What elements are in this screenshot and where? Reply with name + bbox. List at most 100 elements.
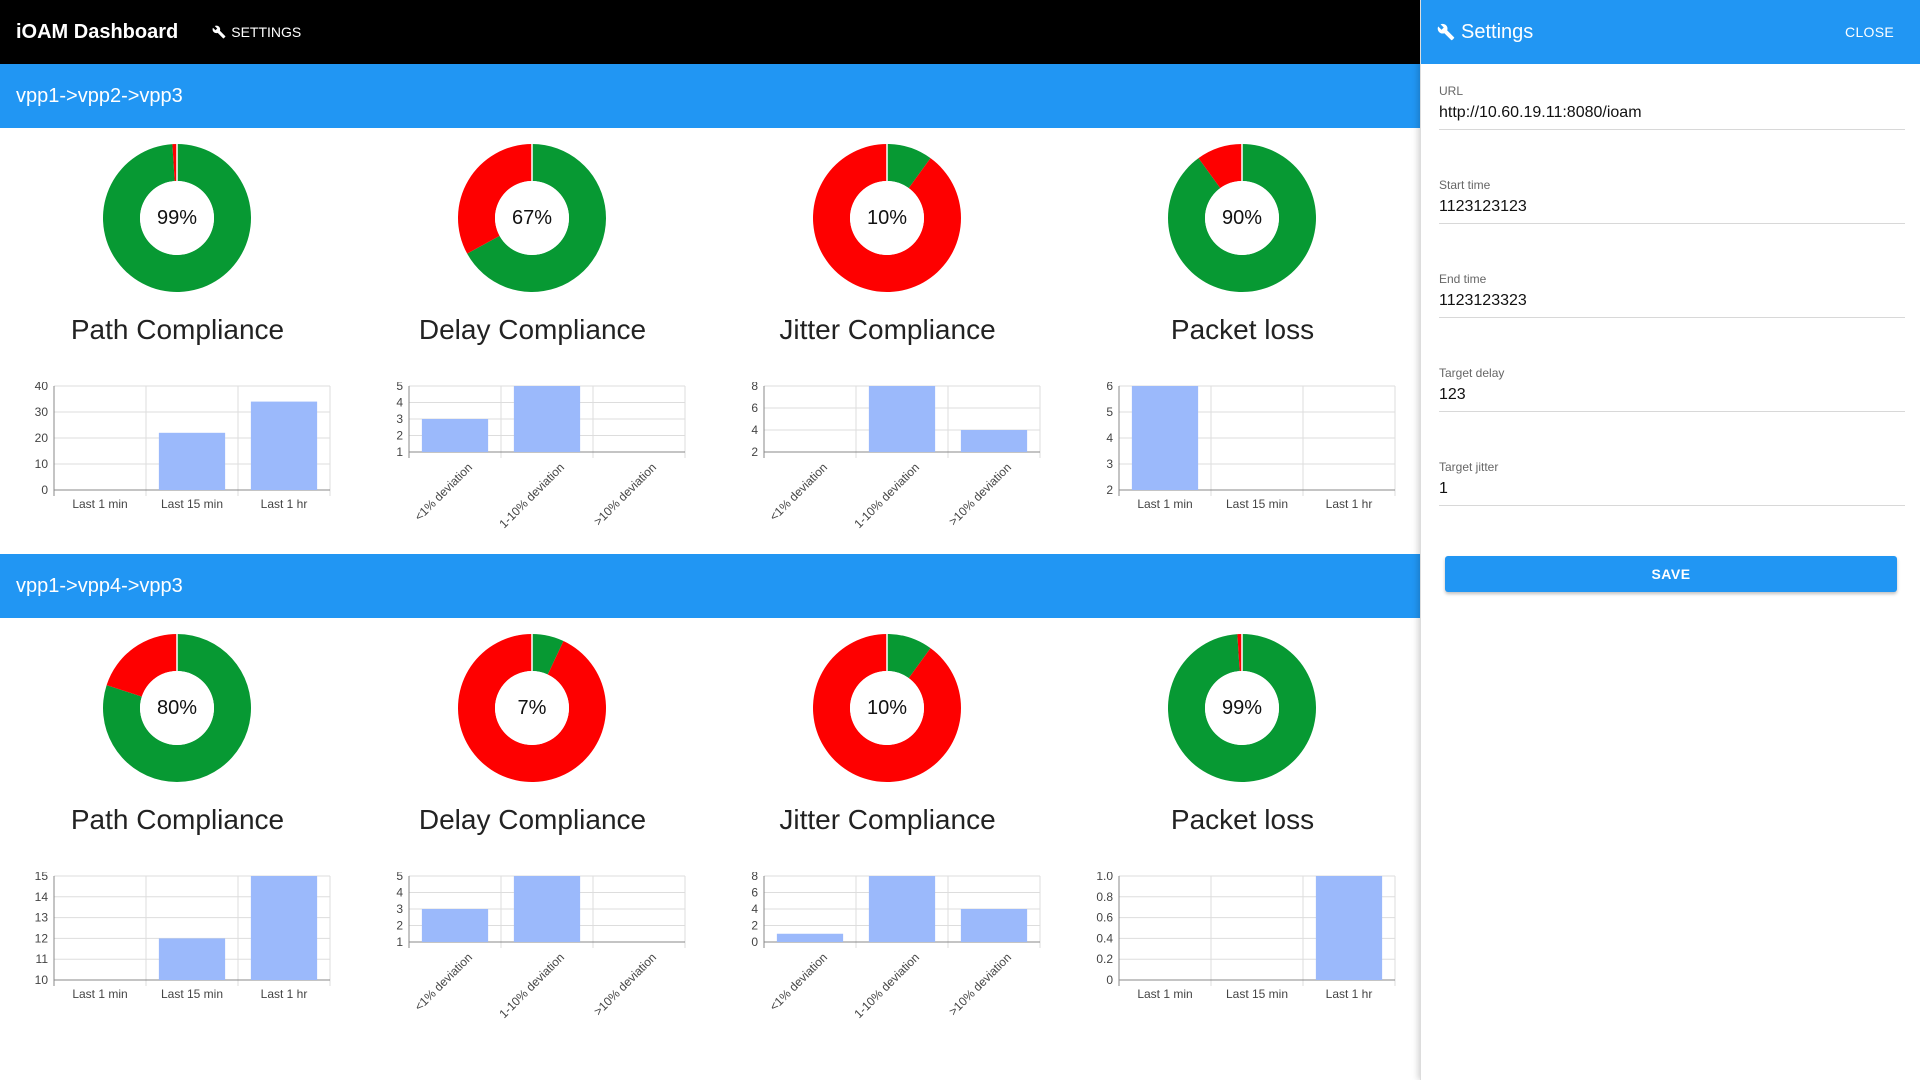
y-tick-label: 2 <box>396 919 403 933</box>
y-tick-label: 4 <box>396 396 403 410</box>
y-tick-label: 0 <box>41 483 48 497</box>
close-button[interactable]: CLOSE <box>1845 24 1894 40</box>
y-tick-label: 30 <box>35 405 49 419</box>
y-tick-label: 3 <box>396 902 403 916</box>
bar <box>1131 386 1199 490</box>
x-tick-label: >10% deviation <box>591 950 659 1018</box>
y-tick-label: 1.0 <box>1096 872 1113 883</box>
metric-card-path-compliance: 99% Path Compliance 0 10 20 30 40 Last 1 min Las… <box>0 128 355 554</box>
settings-button-label: SETTINGS <box>231 24 302 40</box>
bar <box>158 938 226 980</box>
bar-chart: 0 10 20 30 40 Last 1 min Last 15 min Last 1 hr <box>35 382 331 511</box>
x-tick-label: 1-10% deviation <box>851 460 922 531</box>
drawer-header: Settings CLOSE <box>1421 0 1920 64</box>
metric-card-path-compliance: 80% Path Compliance 10 11 12 13 14 15 Last 1 min… <box>0 618 355 1044</box>
url-label: URL <box>1439 84 1464 98</box>
start-time-input[interactable] <box>1439 198 1905 216</box>
y-tick-label: 11 <box>36 952 49 966</box>
y-tick-label: 2 <box>396 429 403 443</box>
donut-percent-label: 7% <box>517 696 547 719</box>
x-tick-label: Last 15 min <box>1226 497 1288 511</box>
start-time-field: Start time <box>1439 178 1905 224</box>
bar <box>513 386 581 452</box>
y-tick-label: 6 <box>751 401 758 415</box>
x-tick-label: <1% deviation <box>767 950 830 1013</box>
x-tick-label: 1-10% deviation <box>851 950 922 1021</box>
path-section-1: vpp1->vpp2->vpp3 99% Path Compliance 0 10 20… <box>0 64 1420 554</box>
x-tick-label: <1% deviation <box>412 460 475 523</box>
target-delay-input[interactable] <box>1439 386 1905 404</box>
y-tick-label: 0 <box>1106 973 1113 987</box>
y-tick-label: 0.4 <box>1096 931 1113 945</box>
donut-percent-label: 10% <box>866 206 908 229</box>
x-tick-label: Last 1 hr <box>261 987 308 1001</box>
donut-percent-label: 99% <box>1221 696 1263 719</box>
app-root: iOAM Dashboard SETTINGS vpp1->vpp2->vpp3… <box>0 0 1920 1080</box>
metric-card-delay-compliance: 67% Delay Compliance 1 2 3 4 5 <1% deviation 1-1… <box>355 128 710 554</box>
metric-card-jitter-compliance: 10% Jitter Compliance 0 2 4 6 8 <1% deviation 1-… <box>710 618 1065 1044</box>
donut-percent-label: 90% <box>1221 206 1263 229</box>
bar <box>868 876 936 942</box>
metric-title: Path Compliance <box>70 314 285 345</box>
y-tick-label: 2 <box>751 445 758 459</box>
x-tick-label: >10% deviation <box>591 460 659 528</box>
y-tick-label: 4 <box>396 886 403 900</box>
end-time-field: End time <box>1439 272 1905 318</box>
bar-chart: 0 0.2 0.4 0.6 0.8 1.0 Last 1 min Last 15 min Las… <box>1096 872 1396 1001</box>
y-tick-label: 12 <box>35 931 49 945</box>
donut-percent-label: 80% <box>156 696 198 719</box>
x-tick-label: >10% deviation <box>946 950 1014 1018</box>
y-tick-label: 5 <box>396 382 403 393</box>
target-delay-label: Target delay <box>1439 366 1505 380</box>
metric-card-jitter-compliance: 10% Jitter Compliance 2 4 6 8 <1% deviation 1-1… <box>710 128 1065 554</box>
bar-chart: 1 2 3 4 5 <1% deviation 1-10% deviation >10% de… <box>396 872 686 1021</box>
bar <box>250 401 318 490</box>
wrench-icon <box>212 25 226 39</box>
url-field: URL <box>1439 84 1905 130</box>
y-tick-label: 3 <box>396 412 403 426</box>
y-tick-label: 4 <box>751 423 758 437</box>
y-tick-label: 2 <box>751 919 758 933</box>
metric-title: Path Compliance <box>70 804 285 835</box>
x-tick-label: Last 1 hr <box>1326 987 1373 1001</box>
y-tick-label: 5 <box>396 872 403 883</box>
bar-chart: 2 3 4 5 6 Last 1 min Last 15 min Last 1 hr <box>1106 382 1396 511</box>
metric-title: Jitter Compliance <box>779 804 996 835</box>
bar <box>1315 876 1383 980</box>
metric-title: Delay Compliance <box>418 314 647 345</box>
top-app-bar: iOAM Dashboard SETTINGS <box>0 0 1420 64</box>
y-tick-label: 3 <box>1106 457 1113 471</box>
dashboard-main: vpp1->vpp2->vpp3 99% Path Compliance 0 10 20… <box>0 64 1420 1080</box>
bar <box>158 432 226 490</box>
section-header: vpp1->vpp4->vpp3 <box>0 554 1420 618</box>
bar-chart: 2 4 6 8 <1% deviation 1-10% deviation >10% dev… <box>751 382 1041 531</box>
y-tick-label: 10 <box>35 457 49 471</box>
y-tick-label: 6 <box>1106 382 1113 393</box>
wrench-icon <box>1437 23 1455 41</box>
x-tick-label: 1-10% deviation <box>496 950 567 1021</box>
x-tick-label: <1% deviation <box>412 950 475 1013</box>
y-tick-label: 4 <box>751 902 758 916</box>
metric-title: Jitter Compliance <box>779 314 996 345</box>
settings-button[interactable]: SETTINGS <box>212 24 301 40</box>
x-tick-label: >10% deviation <box>946 460 1014 528</box>
drawer-title: Settings <box>1461 20 1534 43</box>
x-tick-label: 1-10% deviation <box>496 460 567 531</box>
bar <box>250 876 318 980</box>
app-title: iOAM Dashboard <box>16 20 179 43</box>
save-button[interactable]: SAVE <box>1445 556 1897 592</box>
end-time-input[interactable] <box>1439 292 1905 310</box>
y-tick-label: 8 <box>751 382 758 393</box>
donut-percent-label: 99% <box>156 206 198 229</box>
y-tick-label: 0.2 <box>1096 952 1113 966</box>
x-tick-label: Last 1 min <box>1137 987 1192 1001</box>
bar <box>513 876 581 942</box>
metric-title: Packet loss <box>1170 804 1315 835</box>
y-tick-label: 4 <box>1106 431 1113 445</box>
bar <box>421 909 489 942</box>
metric-title: Delay Compliance <box>418 804 647 835</box>
url-input[interactable] <box>1439 104 1905 122</box>
x-tick-label: Last 15 min <box>161 987 223 1001</box>
bar <box>776 933 844 942</box>
target-jitter-input[interactable] <box>1439 480 1905 498</box>
